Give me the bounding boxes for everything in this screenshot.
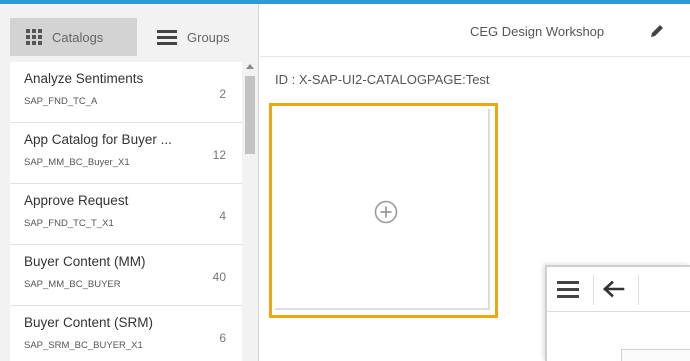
catalog-list-item[interactable]: Approve Request SAP_FND_TC_T_X1 4 <box>10 184 242 245</box>
catalog-list-item[interactable]: Analyze Sentiments SAP_FND_TC_A 2 <box>10 62 242 123</box>
catalog-id: SAP_FND_TC_A <box>24 96 98 107</box>
page-title: CEG Design Workshop <box>470 24 605 39</box>
scroll-up-arrow-icon[interactable] <box>246 64 254 69</box>
catalog-id: SAP_MM_BC_Buyer_X1 <box>24 157 130 168</box>
catalog-title: Approve Request <box>24 193 129 208</box>
plus-circle-icon <box>374 200 398 224</box>
overlay-toolbar <box>547 267 690 312</box>
catalog-id: SAP_MM_BC_BUYER <box>24 279 121 290</box>
grid-icon <box>26 29 44 45</box>
catalog-count: 12 <box>212 148 226 162</box>
overlay-panel <box>545 265 690 361</box>
hamburger-icon[interactable] <box>557 279 579 299</box>
tab-groups[interactable]: Groups <box>137 18 245 56</box>
catalog-count: 6 <box>219 331 226 345</box>
catalog-id: SAP_SRM_BC_BUYER_X1 <box>24 340 143 351</box>
catalog-list-item[interactable]: Buyer Content (MM) SAP_MM_BC_BUYER 40 <box>10 245 242 306</box>
sidebar-scrollbar[interactable] <box>243 62 257 361</box>
scroll-thumb[interactable] <box>245 76 255 154</box>
catalog-list-item[interactable]: Buyer Content (SRM) SAP_SRM_BC_BUYER_X1 … <box>10 306 242 361</box>
arrow-left-icon[interactable] <box>603 280 625 298</box>
catalog-count: 4 <box>219 209 226 223</box>
tile-body <box>275 109 490 310</box>
catalog-title: App Catalog for Buyer ... <box>24 132 172 147</box>
header-divider <box>260 56 690 57</box>
overlay-content-box <box>621 349 690 361</box>
catalog-id: SAP_FND_TC_T_X1 <box>24 218 114 229</box>
pencil-icon[interactable] <box>648 22 666 40</box>
tab-groups-label: Groups <box>187 29 230 45</box>
catalog-count: 2 <box>219 87 226 101</box>
toolbar-divider <box>593 275 594 305</box>
menu-icon <box>157 29 177 45</box>
catalog-list-item[interactable]: App Catalog for Buyer ... SAP_MM_BC_Buye… <box>10 123 242 184</box>
tab-catalogs-label: Catalogs <box>52 29 104 45</box>
catalog-title: Buyer Content (MM) <box>24 254 146 269</box>
catalog-count: 40 <box>212 270 226 284</box>
catalog-title: Buyer Content (SRM) <box>24 315 154 330</box>
catalog-sidebar: Catalogs Groups Analyze Sentiments SAP_F… <box>0 4 259 361</box>
catalog-page-id: ID : X-SAP-UI2-CATALOGPAGE:Test <box>275 72 490 87</box>
tab-catalogs[interactable]: Catalogs <box>10 18 137 56</box>
toolbar-divider <box>638 275 639 305</box>
sidebar-tabbar: Catalogs Groups <box>10 18 245 56</box>
add-tile-button[interactable] <box>269 103 498 318</box>
catalog-list: Analyze Sentiments SAP_FND_TC_A 2 App Ca… <box>10 62 242 361</box>
catalog-title: Analyze Sentiments <box>24 71 144 86</box>
